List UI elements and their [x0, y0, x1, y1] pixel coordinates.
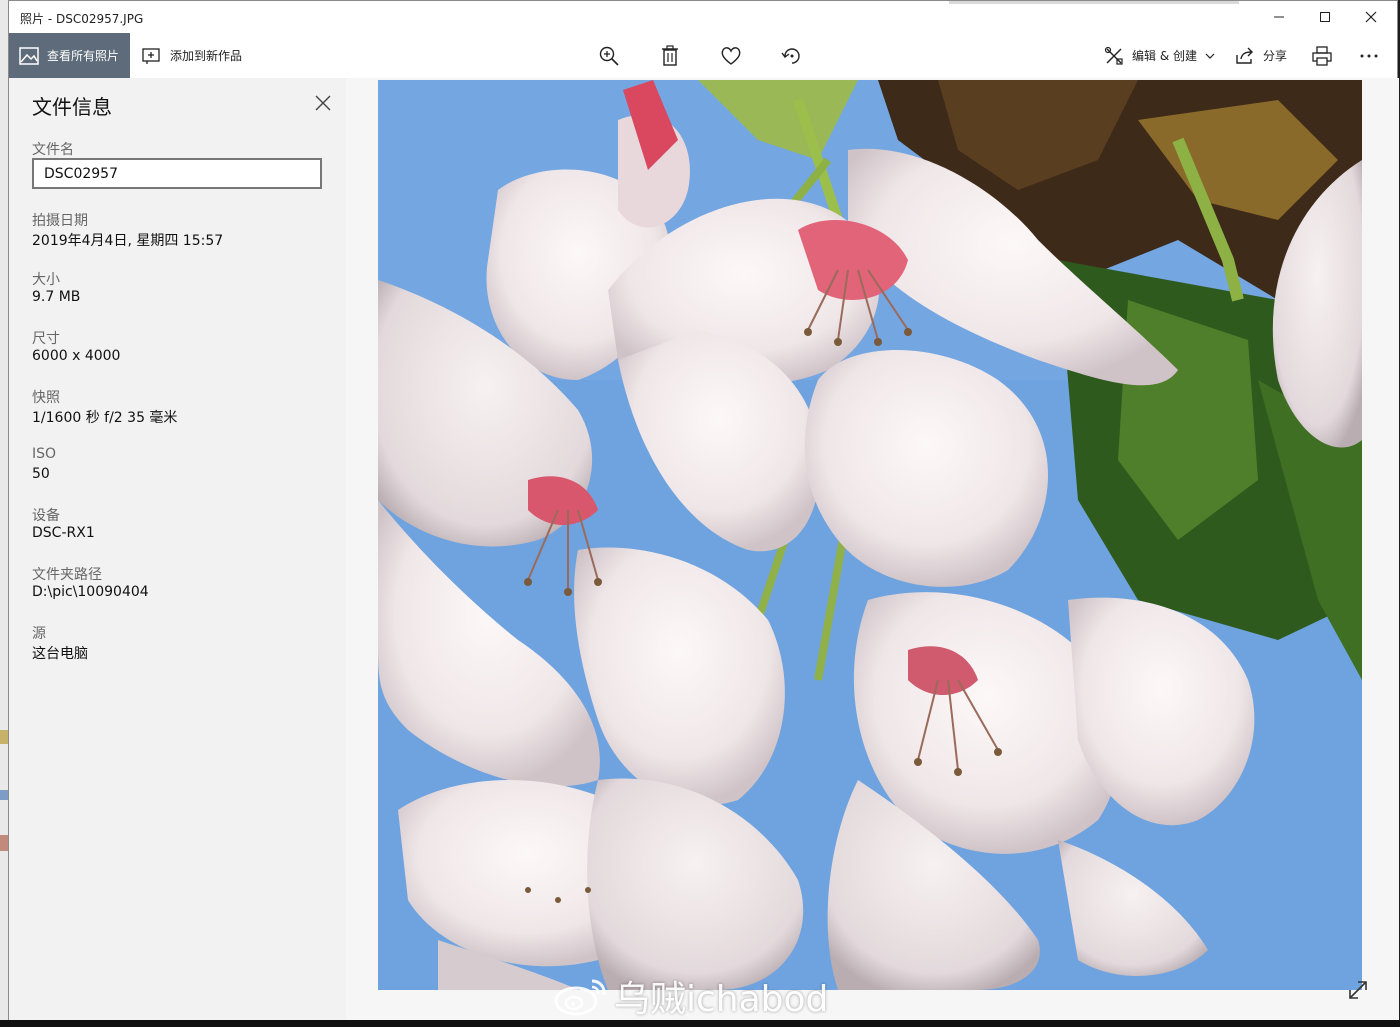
dimensions-value: 6000 x 4000: [32, 348, 121, 364]
delete-icon: [662, 44, 678, 66]
share-label: 分享: [1263, 49, 1288, 63]
edit-create-icon: [1104, 46, 1123, 65]
photo-gallery-icon: [19, 46, 39, 65]
photo-viewer: [346, 78, 1399, 1021]
edit-create-button[interactable]: 编辑 & 创建: [1104, 33, 1215, 78]
heart-icon: [721, 46, 741, 65]
window-title: 照片 - DSC02957.JPG: [20, 12, 144, 26]
capture-date-label: 拍摄日期: [32, 213, 88, 229]
background-window-mark: [0, 730, 8, 744]
device-label: 设备: [32, 508, 60, 524]
rotate-button[interactable]: [769, 33, 815, 78]
close-window-button[interactable]: [1348, 1, 1394, 33]
exposure-value: 1/1600 秒 f/2 35 毫米: [32, 410, 178, 426]
zoom-in-button[interactable]: [586, 33, 632, 78]
title-bar[interactable]: 照片 - DSC02957.JPG: [9, 1, 1397, 33]
view-all-photos-button[interactable]: 查看所有照片: [9, 33, 130, 78]
minimize-icon: [1274, 16, 1284, 18]
add-to-creation-label: 添加到新作品: [170, 49, 243, 63]
exposure-label: 快照: [32, 390, 60, 406]
capture-date-value: 2019年4月4日, 星期四 15:57: [32, 233, 224, 249]
share-icon: [1236, 47, 1253, 64]
dimensions-label: 尺寸: [32, 331, 60, 347]
iso-label: ISO: [32, 446, 57, 462]
device-value: DSC-RX1: [32, 525, 95, 541]
weibo-logo-icon: [554, 979, 606, 1016]
maximize-icon: [1320, 12, 1330, 22]
add-creation-icon: [142, 47, 160, 64]
content-area: 文件信息 文件名 拍摄日期 2019年4月4日, 星期四 15:57 大小 9.…: [9, 78, 1399, 1021]
print-button[interactable]: [1299, 33, 1345, 78]
titlebar-shadow: [949, 1, 1239, 4]
photos-app-window: 照片 - DSC02957.JPG 查看所有照片 添加到新作品 编辑 & 创建 …: [8, 0, 1399, 1021]
share-button[interactable]: 分享: [1235, 33, 1287, 78]
background-window-mark: [0, 835, 8, 851]
panel-title: 文件信息: [32, 95, 112, 119]
more-icon: [1360, 54, 1378, 57]
more-options-button[interactable]: [1346, 33, 1392, 78]
add-to-creation-button[interactable]: 添加到新作品: [142, 33, 242, 78]
minimize-button[interactable]: [1256, 1, 1302, 33]
view-all-photos-label: 查看所有照片: [47, 49, 120, 63]
edit-create-label: 编辑 & 创建: [1132, 49, 1197, 63]
size-value: 9.7 MB: [32, 289, 81, 305]
filename-input[interactable]: [32, 158, 322, 189]
cherry-blossom-photo[interactable]: [378, 80, 1362, 990]
expand-icon: [1349, 981, 1367, 999]
close-icon: [1365, 11, 1377, 23]
close-panel-button[interactable]: [312, 92, 334, 114]
watermark-text: 乌贼ichabod: [614, 979, 829, 1020]
favorite-button[interactable]: [708, 33, 754, 78]
taskbar: [0, 1020, 1400, 1027]
filename-label: 文件名: [32, 142, 74, 158]
fullscreen-button[interactable]: [1346, 978, 1370, 1002]
background-window-mark: [0, 790, 8, 800]
weibo-watermark: 乌贼ichabod: [552, 970, 828, 1022]
chevron-down-icon: [1205, 53, 1215, 59]
folder-path-label: 文件夹路径: [32, 567, 102, 583]
cherry-blossom-image: [378, 80, 1362, 990]
size-label: 大小: [32, 272, 60, 288]
close-icon: [315, 95, 331, 111]
file-info-panel: 文件信息 文件名 拍摄日期 2019年4月4日, 星期四 15:57 大小 9.…: [9, 78, 346, 1021]
iso-value: 50: [32, 466, 50, 482]
source-value: 这台电脑: [32, 646, 88, 662]
source-label: 源: [32, 626, 46, 642]
delete-button[interactable]: [647, 33, 693, 78]
maximize-button[interactable]: [1302, 1, 1348, 33]
print-icon: [1312, 45, 1332, 66]
toolbar: 查看所有照片 添加到新作品 编辑 & 创建 分享: [9, 33, 1397, 78]
folder-path-value: D:\pic\10090404: [32, 584, 149, 600]
zoom-in-icon: [599, 46, 619, 66]
rotate-icon: [781, 47, 800, 64]
